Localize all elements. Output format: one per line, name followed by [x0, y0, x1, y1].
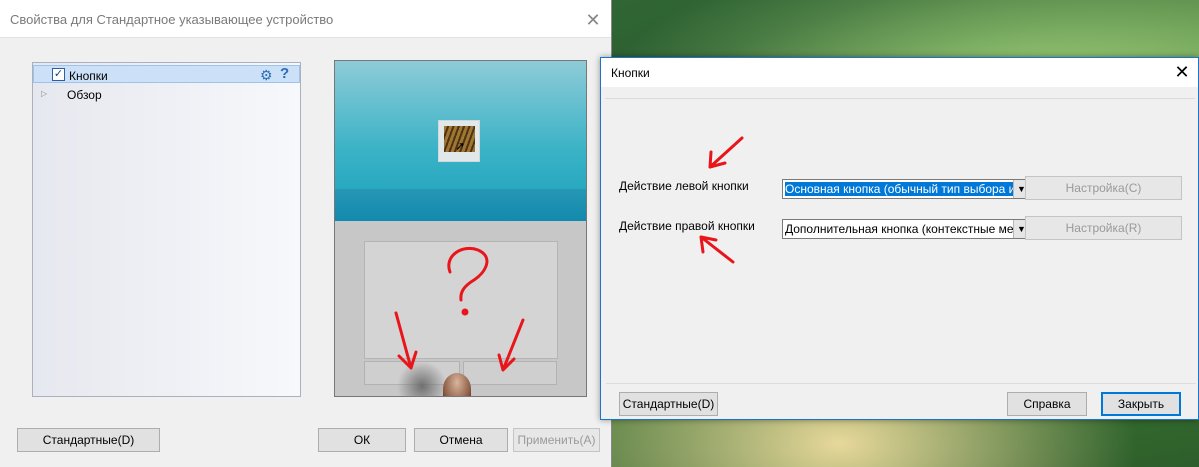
- touchpad-right-button: [463, 361, 557, 385]
- defaults-button[interactable]: Стандартные(D): [17, 428, 160, 452]
- buttons-dialog: Кнопки ✕ Действие левой кнопки Основная …: [600, 57, 1199, 420]
- buttons-panel: [605, 98, 1195, 383]
- left-action-dropdown[interactable]: Основная кнопка (обычный тип выбора и пе…: [782, 179, 1030, 199]
- checkbox-icon[interactable]: ✓: [52, 68, 65, 81]
- help-icon[interactable]: ?: [280, 65, 289, 82]
- touchpad-surface: [364, 241, 558, 359]
- configure-left-button[interactable]: Настройка(C): [1025, 176, 1182, 200]
- gear-icon[interactable]: ⚙: [260, 67, 273, 84]
- title-bar: Свойства для Стандартное указывающее уст…: [0, 0, 611, 38]
- cancel-button[interactable]: Отмена: [414, 428, 508, 452]
- defaults-button[interactable]: Стандартные(D): [619, 392, 718, 416]
- close-icon[interactable]: ✕: [583, 10, 603, 30]
- left-action-label: Действие левой кнопки: [619, 179, 749, 193]
- device-properties-window: Свойства для Стандартное указывающее уст…: [0, 0, 612, 467]
- expand-arrow-icon[interactable]: ▷: [41, 89, 47, 98]
- tree-item-overview[interactable]: ▷ Обзор: [41, 85, 241, 103]
- desktop-file-icon: ➚: [438, 120, 480, 162]
- ok-button[interactable]: ОК: [318, 428, 406, 452]
- touchpad-preview: ➚: [334, 60, 587, 397]
- help-button[interactable]: Справка: [1007, 392, 1087, 416]
- tree-item-label: Кнопки: [69, 69, 108, 83]
- window-title: Свойства для Стандартное указывающее уст…: [10, 12, 334, 27]
- left-action-value: Основная кнопка (обычный тип выбора и пе: [785, 182, 1013, 196]
- finger-illustration: [443, 373, 471, 396]
- tree-item-label: Обзор: [67, 88, 102, 102]
- close-icon[interactable]: ✕: [1172, 62, 1192, 82]
- tree-item-buttons[interactable]: ✓ Кнопки ⚙ ?: [33, 65, 300, 83]
- settings-tree: ✓ Кнопки ⚙ ? ▷ Обзор: [32, 62, 301, 397]
- divider: [606, 383, 1196, 384]
- mouse-cursor-icon: ➚: [455, 139, 466, 153]
- right-action-value: Дополнительная кнопка (контекстные меню: [785, 222, 1013, 236]
- configure-right-button[interactable]: Настройка(R): [1025, 216, 1182, 240]
- title-bar: Кнопки ✕: [601, 58, 1198, 87]
- close-button[interactable]: Закрыть: [1101, 392, 1181, 416]
- desktop-preview-band: [335, 189, 586, 221]
- apply-button[interactable]: Применить(A): [513, 428, 600, 452]
- dialog-title: Кнопки: [611, 66, 650, 80]
- right-action-dropdown[interactable]: Дополнительная кнопка (контекстные меню …: [782, 219, 1030, 239]
- right-action-label: Действие правой кнопки: [619, 219, 755, 233]
